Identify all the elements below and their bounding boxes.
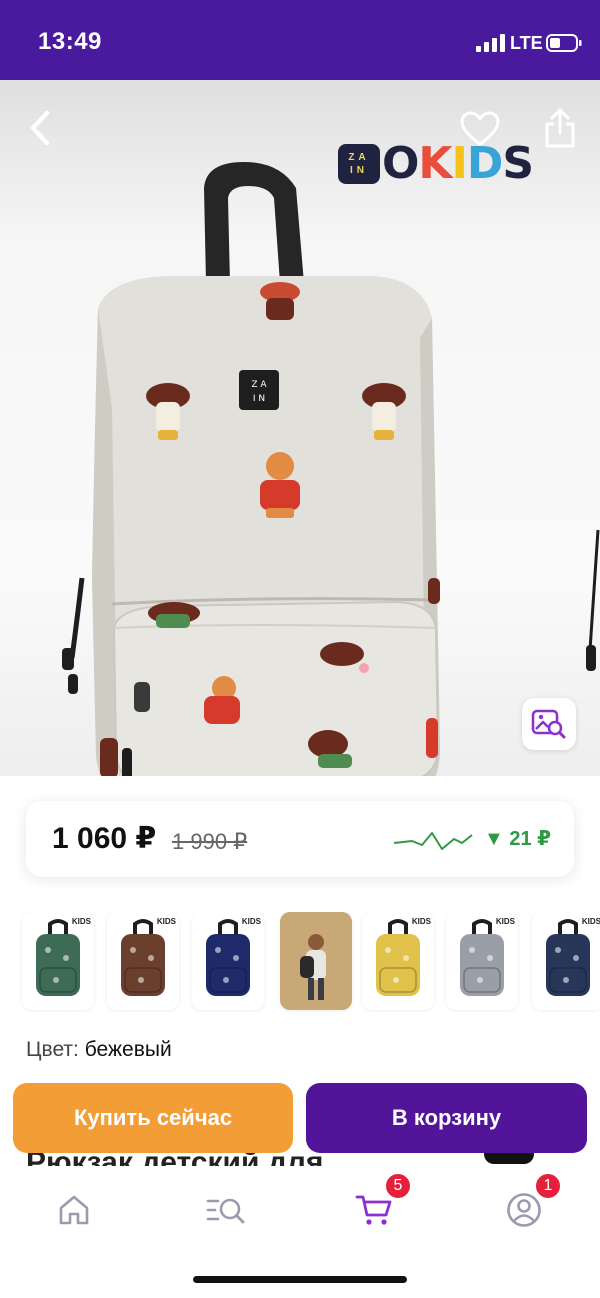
status-time: 13:49 [38,28,102,55]
bottom-tab-bar: 5 1 [0,1166,600,1298]
variant-brand-logo: KIDS [581,917,600,926]
next-image-peek [586,530,600,671]
share-icon [545,108,575,148]
svg-text:I N: I N [253,394,265,404]
product-image-gallery[interactable]: Z A I N ZA IN OKIDS [0,80,600,776]
current-price: 1 060 ₽ [52,822,157,855]
brand-logo-letter: K [418,138,452,189]
favorite-button[interactable] [456,106,504,152]
variant-thumbnail[interactable]: KIDS [22,912,94,1010]
variant-thumbnail[interactable]: KIDS [192,912,264,1010]
price-card[interactable]: 1 060 ₽ 1 990 ₽ ▼ 21 ₽ [26,801,574,877]
variant-thumbnail[interactable]: KIDS [107,912,179,1010]
buy-now-button[interactable]: Купить сейчас [13,1083,293,1153]
heart-icon [460,111,500,146]
status-bar: 13:49 LTE [0,0,600,80]
brand-logo-letter: S [502,138,534,189]
home-indicator [193,1276,407,1283]
signal-icon [476,34,505,52]
share-button[interactable] [536,102,584,154]
variant-thumbnail[interactable]: KIDS [532,912,600,1010]
chevron-left-icon [30,110,50,146]
brand-logo-letter: O [382,138,419,189]
variant-brand-logo: KIDS [241,917,261,926]
profile-icon [507,1193,541,1227]
variant-thumbnail[interactable]: KIDS [362,912,434,1010]
network-type: LTE [510,33,543,53]
back-button[interactable] [18,104,62,152]
tab-profile[interactable]: 1 [500,1172,562,1234]
variant-brand-logo: KIDS [156,917,176,926]
price-history-sparkline [393,832,473,850]
old-price: 1 990 ₽ [172,829,248,854]
cart-icon [355,1195,392,1225]
variant-thumbnails: KIDS KIDS KIDS KIDS KIDS KIDS [0,912,600,1012]
tab-cart[interactable]: 5 [350,1172,412,1234]
backpack-icon [546,919,590,996]
child-photo-icon [300,934,326,1000]
variant-brand-logo: KIDS [495,917,515,926]
backpack-icon [36,919,80,996]
backpack-icon [121,919,165,996]
color-label: Цвет: [26,1038,79,1061]
variant-brand-logo: KIDS [71,917,91,926]
backpack-icon [376,919,420,996]
image-search-button[interactable] [522,698,576,750]
svg-text:Z A: Z A [251,380,267,390]
price-drop: ▼ 21 ₽ [484,828,552,850]
variant-brand-logo: KIDS [411,917,431,926]
home-icon [59,1195,89,1225]
product-image: Z A I N [62,162,440,776]
brand-logo-badge: ZA IN [338,144,380,184]
cart-badge: 5 [384,1172,412,1200]
variant-thumbnail[interactable]: KIDS [446,912,518,1010]
color-value: бежевый [84,1038,172,1061]
catalog-search-icon [206,1198,245,1224]
battery-icon [546,34,582,52]
profile-badge: 1 [534,1172,562,1200]
tab-home[interactable] [50,1186,98,1234]
tab-catalog[interactable] [202,1186,250,1234]
image-search-icon [531,709,566,739]
backpack-icon [206,919,250,996]
add-to-cart-button[interactable]: В корзину [306,1083,587,1153]
backpack-icon [460,919,504,996]
color-selection: Цвет: бежевый [26,1038,172,1062]
variant-thumbnail[interactable] [280,912,352,1010]
